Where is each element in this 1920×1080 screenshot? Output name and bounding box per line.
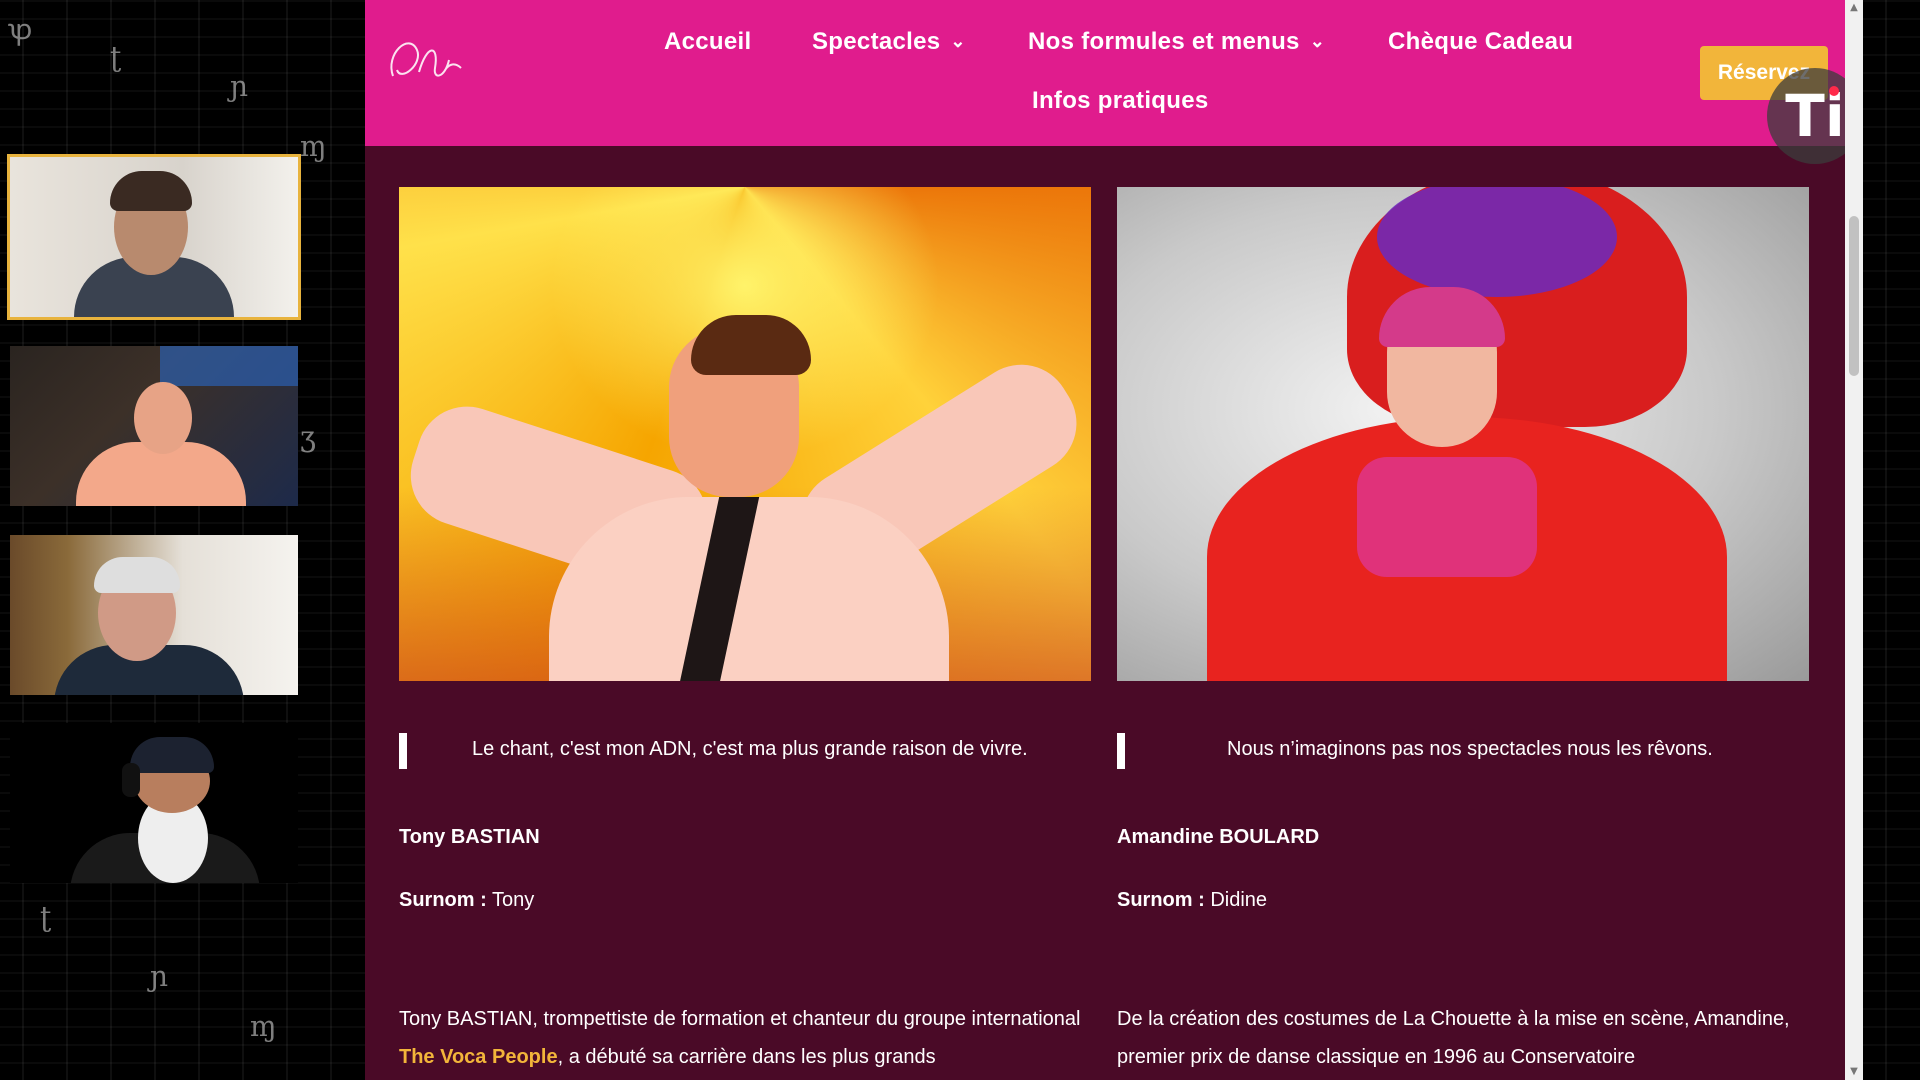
- quote-marker: [399, 733, 407, 769]
- artist-bio: De la création des costumes de La Chouet…: [1117, 1008, 1790, 1068]
- nav-spectacles[interactable]: Spectacles ⌄: [812, 28, 966, 56]
- nav-cheque-cadeau[interactable]: Chèque Cadeau: [1388, 28, 1573, 56]
- decor-glyph: ʈ: [110, 40, 122, 73]
- nickname-label: Surnom :: [399, 889, 487, 911]
- nav-label: Spectacles: [812, 28, 941, 55]
- nav-infos-pratiques[interactable]: Infos pratiques: [1032, 87, 1209, 115]
- participant-video-1[interactable]: [7, 154, 301, 320]
- artist-photo-tony: [399, 187, 1091, 681]
- scroll-up-icon[interactable]: ▲: [1845, 0, 1863, 16]
- page-scrollbar[interactable]: [1845, 0, 1863, 1080]
- participant-video-3[interactable]: [10, 535, 298, 695]
- browser-page: Accueil Spectacles ⌄ Nos formules et menu…: [365, 0, 1845, 1080]
- artist-nickname: Surnom : Tony: [399, 889, 534, 912]
- nickname-label: Surnom :: [1117, 889, 1205, 911]
- nickname-value: Didine: [1210, 889, 1268, 911]
- decor-glyph: ɱ: [250, 1010, 277, 1043]
- chevron-down-icon: ⌄: [950, 31, 966, 51]
- bio-text: , a débuté sa carrière dans les plus gra…: [557, 1046, 936, 1068]
- nav-label: Chèque Cadeau: [1388, 28, 1574, 55]
- decor-glyph: ɲ: [230, 70, 249, 103]
- artist-photo-amandine: [1117, 187, 1809, 681]
- nav-formules-menus[interactable]: Nos formules et menus ⌄: [1028, 28, 1325, 56]
- logo-signature-icon: [390, 42, 462, 77]
- background-pattern: [1863, 0, 1920, 1080]
- artist-name: Amandine BOULARD: [1117, 826, 1320, 848]
- nav-accueil[interactable]: Accueil: [664, 28, 751, 56]
- nav-label: Nos formules et menus: [1028, 28, 1300, 55]
- right-decor-strip: [1863, 0, 1920, 1080]
- chevron-down-icon: ⌄: [1309, 31, 1326, 51]
- site-navbar: Accueil Spectacles ⌄ Nos formules et menu…: [365, 0, 1845, 146]
- decor-glyph: ɲ: [150, 960, 169, 993]
- artist-nickname: Surnom : Didine: [1117, 889, 1267, 912]
- participant-video-2[interactable]: [10, 346, 298, 506]
- decor-glyph: ʈ: [40, 900, 52, 933]
- scroll-down-icon[interactable]: ▼: [1845, 1064, 1863, 1080]
- nav-label: Accueil: [664, 28, 752, 55]
- artist-quote: Nous n’imaginons pas nos spectacles nous…: [1227, 738, 1713, 760]
- scrollbar-thumb[interactable]: [1849, 216, 1859, 376]
- bio-text: Tony BASTIAN, trompettiste de formation …: [399, 1008, 1081, 1030]
- artist-bio: Tony BASTIAN, trompettiste de formation …: [399, 1000, 1089, 1076]
- participant-video-4[interactable]: [10, 723, 298, 883]
- voca-people-link[interactable]: The Voca People: [399, 1046, 558, 1068]
- nav-label: Infos pratiques: [1032, 87, 1209, 114]
- artist-name: Tony BASTIAN: [399, 826, 540, 848]
- decor-glyph: ɱ: [300, 130, 327, 163]
- notification-dot: [1829, 86, 1839, 96]
- quote-marker: [1117, 733, 1125, 769]
- video-participants-strip: ꝕ ʈ ɲ ɱ ʒ ʈ ɲ ɱ: [0, 0, 365, 1080]
- decor-glyph: ʒ: [300, 420, 316, 453]
- site-logo[interactable]: [383, 24, 465, 96]
- artist-quote: Le chant, c'est mon ADN, c'est ma plus g…: [472, 738, 1028, 760]
- nickname-value: Tony: [491, 889, 535, 911]
- decor-glyph: ꝕ: [8, 13, 33, 46]
